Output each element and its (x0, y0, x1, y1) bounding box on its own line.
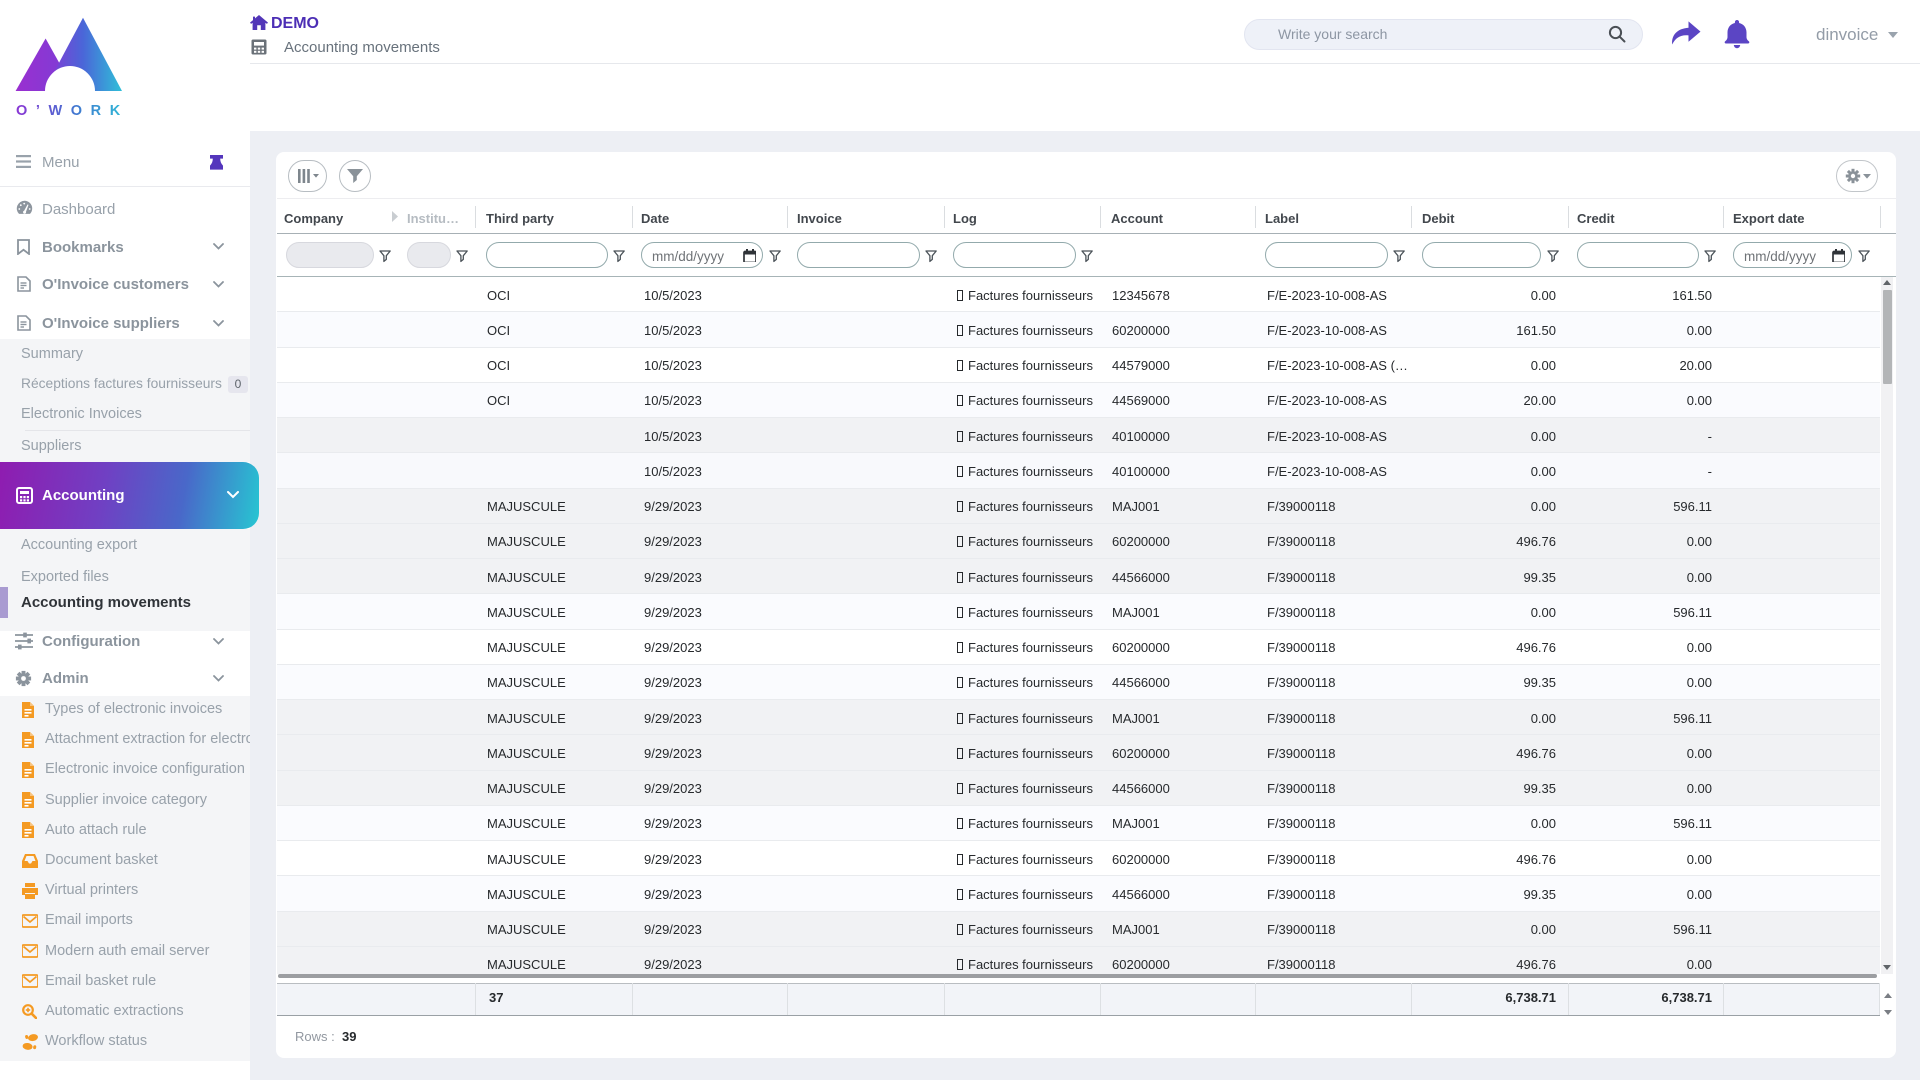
svg-text:O’WORK: O’WORK (16, 103, 126, 119)
